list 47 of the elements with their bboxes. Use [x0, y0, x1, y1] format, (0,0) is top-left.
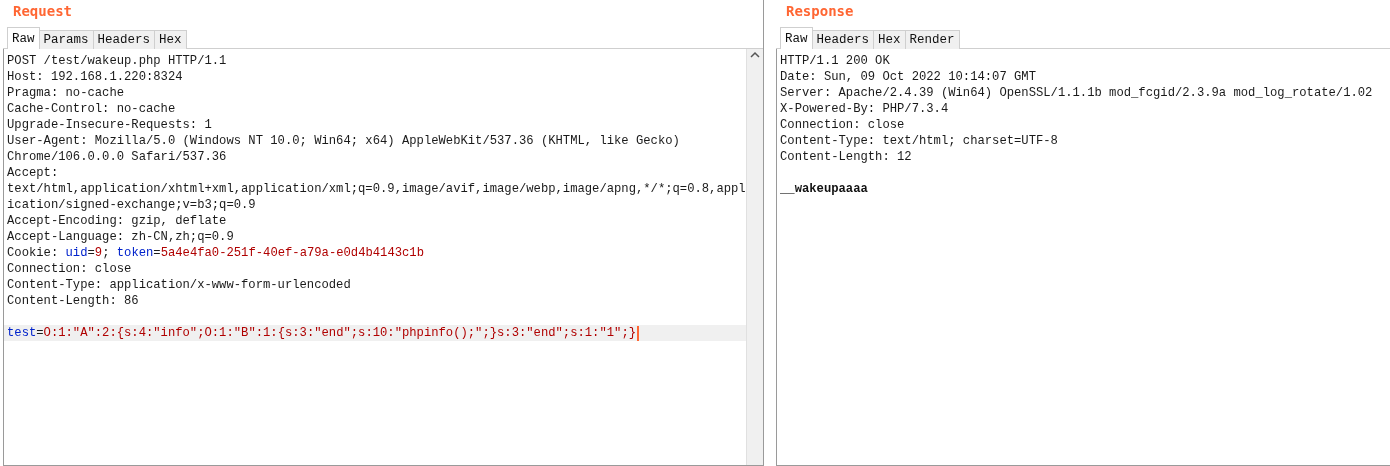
- param-name: test: [7, 325, 37, 341]
- scroll-up-icon[interactable]: [750, 51, 760, 59]
- panel-title: Response: [785, 2, 855, 21]
- param-name: uid: [65, 245, 88, 261]
- text-line: Content-Length: 86: [7, 293, 139, 309]
- text-line: ication/signed-exchange;v=b3;q=0.9: [7, 197, 256, 213]
- text-line: Connection: close: [7, 261, 132, 277]
- tab[interactable]: Render: [904, 30, 960, 49]
- text-line: Cookie:: [7, 245, 60, 261]
- text-line: Pragma: no-cache: [7, 85, 125, 101]
- text-line: HTTP/1.1 200 OK: [780, 53, 890, 69]
- param-value: 5a4e4fa0-251f-40ef-a79a-e0d4b4143c1b: [160, 245, 424, 261]
- tab[interactable]: Raw: [780, 27, 813, 49]
- text-line: Server: Apache/2.4.39 (Win64) OpenSSL/1.1.1b mod_fcgid/2.3.9a mod_log_rotate/1.02: [780, 85, 1373, 101]
- param-value: O:1:"A":2:{s:4:"info";O:1:"B":1:{s:3:"end";s:10:"phpinfo();";}s:3:"end";s:1:"1";}: [43, 325, 636, 341]
- text-line: ;: [102, 245, 111, 261]
- tab[interactable]: Headers: [92, 30, 156, 49]
- text-cursor: [637, 325, 639, 341]
- text-line: Date: Sun, 09 Oct 2022 10:14:07 GMT: [780, 69, 1036, 85]
- text-line: text/html,application/xhtml+xml,application/xml;q=0.9,image/avif,image/webp,image/apng,*/*;q=0.8,appl: [7, 181, 746, 197]
- text-line: Accept:: [7, 165, 59, 181]
- text-line: Content-Type: text/html; charset=UTF-8: [780, 133, 1058, 149]
- scrollbar[interactable]: [746, 49, 763, 465]
- tab[interactable]: Raw: [7, 27, 40, 49]
- text-line: Host: 192.168.1.220:8324: [7, 69, 183, 85]
- text-line: =: [153, 245, 161, 261]
- tab[interactable]: Hex: [873, 30, 906, 49]
- text-line: Connection: close: [780, 117, 905, 133]
- text-line: Accept-Language: zh-CN,zh;q=0.9: [7, 229, 234, 245]
- tab[interactable]: Params: [38, 30, 94, 49]
- text-line: Accept-Encoding: gzip, deflate: [7, 213, 227, 229]
- text-line: Content-Length: 12: [780, 149, 912, 165]
- param-name: token: [116, 245, 154, 261]
- tab[interactable]: Hex: [154, 30, 187, 49]
- text-line: X-Powered-By: PHP/7.3.4: [780, 101, 949, 117]
- response-body: __wakeupaaaa: [780, 181, 868, 197]
- text-line: =: [87, 245, 95, 261]
- panel-title: Request: [12, 2, 73, 21]
- param-value: 9: [94, 245, 103, 261]
- text-line: User-Agent: Mozilla/5.0 (Windows NT 10.0; Win64; x64) AppleWebKit/537.36 (KHTML, like Gecko): [7, 133, 680, 149]
- text-line: Content-Type: application/x-www-form-urlencoded: [7, 277, 351, 293]
- text-line: POST /test/wakeup.php HTTP/1.1: [7, 53, 227, 69]
- text-line: Chrome/106.0.0.0 Safari/537.36: [7, 149, 227, 165]
- text-line: Cache-Control: no-cache: [7, 101, 176, 117]
- text-line: =: [36, 325, 44, 341]
- text-line: Upgrade-Insecure-Requests: 1: [7, 117, 212, 133]
- tab[interactable]: Headers: [811, 30, 875, 49]
